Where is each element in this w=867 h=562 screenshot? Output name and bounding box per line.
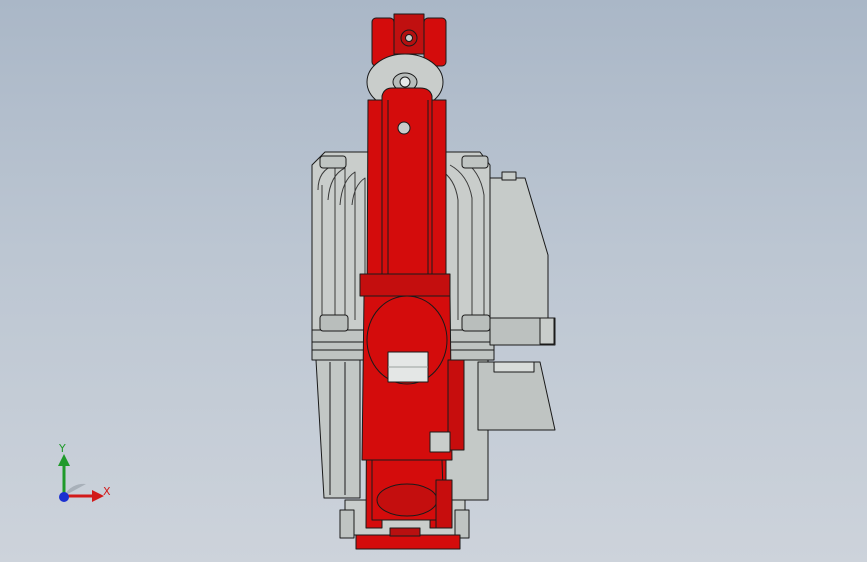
y-axis-label: Y (59, 442, 66, 455)
x-axis-label: X (103, 485, 111, 498)
3d-model-view[interactable] (0, 0, 867, 562)
y-axis-arrowhead (58, 454, 70, 466)
graphics-viewport[interactable]: Y X (0, 0, 867, 562)
z-axis-dot (59, 492, 69, 502)
